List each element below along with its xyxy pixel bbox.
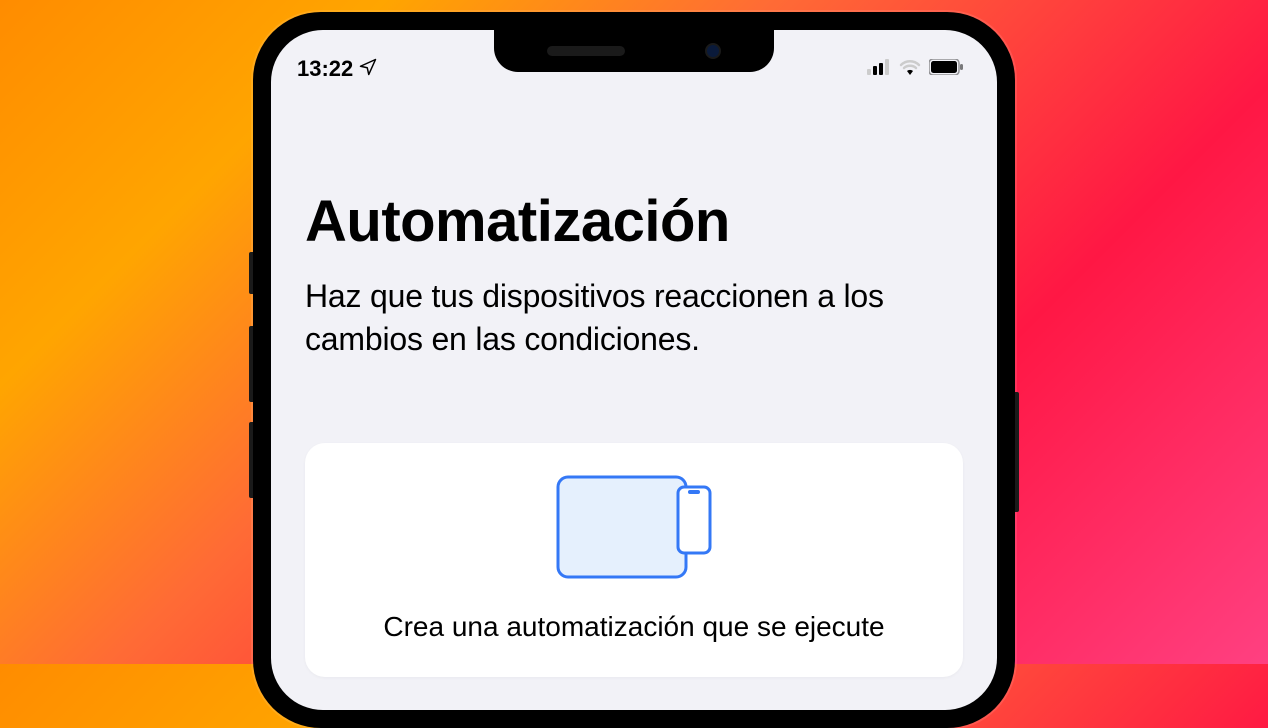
location-icon (359, 56, 377, 82)
cellular-signal-icon (867, 59, 891, 80)
status-time: 13:22 (297, 56, 353, 82)
wifi-icon (899, 59, 921, 80)
page-title: Automatización (305, 188, 963, 255)
status-bar-left: 13:22 (297, 56, 377, 82)
phone-side-buttons-left (249, 252, 253, 518)
devices-icon (333, 473, 935, 579)
card-description: Crea una automatización que se ejecute (333, 607, 935, 646)
phone-screen: 13:22 (271, 30, 997, 710)
battery-icon (929, 59, 963, 80)
automation-card[interactable]: Crea una automatización que se ejecute (305, 443, 963, 676)
page-subtitle: Haz que tus dispositivos reaccionen a lo… (305, 275, 963, 361)
phone-notch (494, 30, 774, 72)
phone-side-buttons-right (1015, 392, 1019, 512)
phone-frame: 13:22 (253, 12, 1015, 728)
page-content: Automatización Haz que tus dispositivos … (271, 88, 997, 677)
status-bar-right (867, 59, 963, 80)
